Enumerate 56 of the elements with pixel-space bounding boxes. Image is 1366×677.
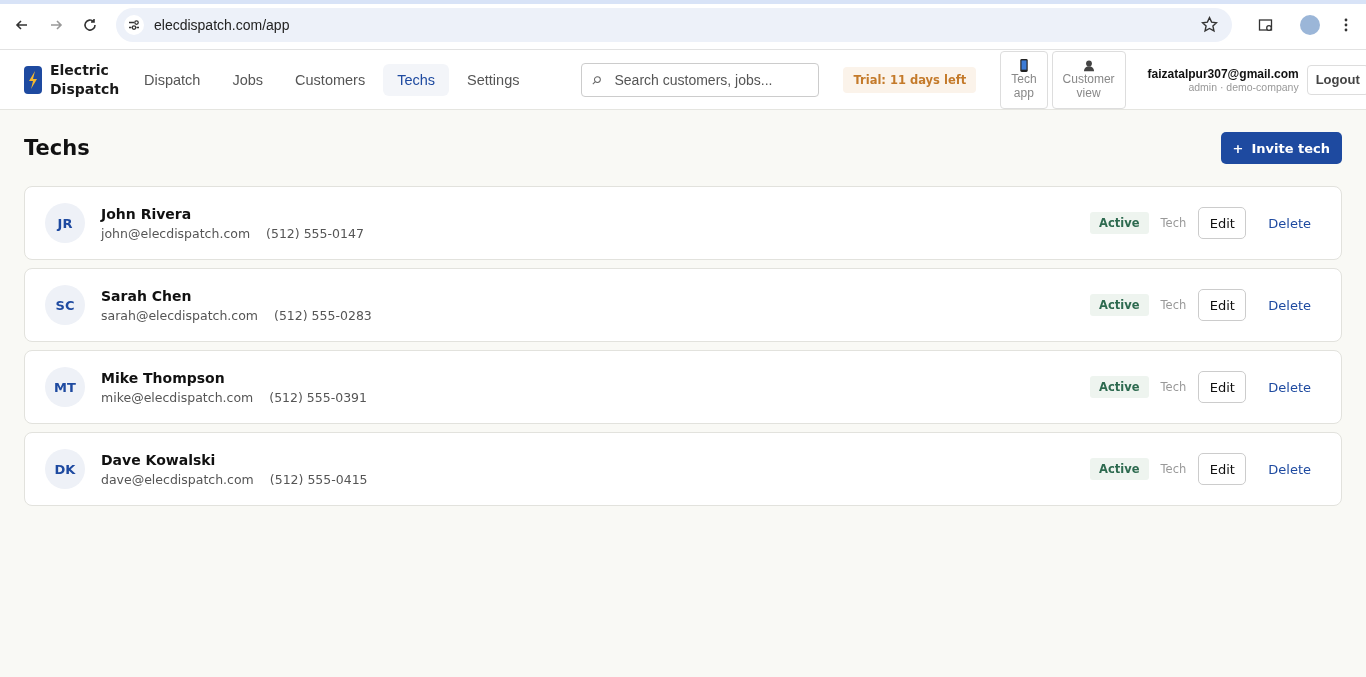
delete-button[interactable]: Delete bbox=[1258, 209, 1321, 237]
lightning-bolt-icon bbox=[24, 65, 42, 94]
star-icon[interactable] bbox=[1201, 16, 1218, 33]
delete-button[interactable]: Delete bbox=[1258, 291, 1321, 319]
page-title: Techs bbox=[24, 136, 90, 160]
tech-name: John Rivera bbox=[101, 205, 193, 222]
brand-name: Electric Dispatch bbox=[50, 61, 121, 98]
user-email: faizatalpur307@gmail.com bbox=[1147, 66, 1299, 81]
initials-avatar: MT bbox=[45, 367, 85, 407]
trial-badge: Trial: 11 days left bbox=[843, 66, 977, 93]
nav-tab[interactable]: Techs bbox=[383, 63, 450, 96]
person-icon bbox=[1083, 58, 1094, 72]
tech-name: Dave Kowalski bbox=[101, 451, 217, 468]
tab-search-icon[interactable] bbox=[1258, 16, 1274, 33]
status-badge: Active bbox=[1090, 458, 1149, 480]
edit-button[interactable]: Edit bbox=[1198, 289, 1247, 321]
initials-avatar: SC bbox=[45, 285, 85, 325]
site-settings-icon[interactable] bbox=[124, 14, 144, 35]
tech-email: sarah@elecdispatch.com bbox=[101, 307, 258, 323]
edit-button[interactable]: Edit bbox=[1198, 371, 1247, 403]
nav-tab[interactable]: Jobs bbox=[218, 63, 278, 96]
role-label: Tech bbox=[1160, 462, 1187, 476]
nav-tab[interactable]: Dispatch bbox=[130, 63, 215, 96]
url-text: elecdispatch.com/app bbox=[154, 16, 291, 33]
role-label: Tech bbox=[1160, 298, 1187, 312]
delete-button[interactable]: Delete bbox=[1258, 455, 1321, 483]
status-badge: Active bbox=[1090, 294, 1149, 316]
nav-tab[interactable]: Customers bbox=[281, 63, 380, 96]
reload-icon[interactable] bbox=[82, 16, 98, 33]
view-button[interactable]: Customer view bbox=[1051, 50, 1126, 109]
view-button[interactable]: Tech app bbox=[1000, 50, 1048, 109]
logout-button[interactable]: Logout bbox=[1306, 64, 1366, 95]
search-field[interactable]: Search customers, jobs... bbox=[581, 62, 820, 97]
tech-email: john@elecdispatch.com bbox=[101, 225, 251, 241]
role-label: Tech bbox=[1160, 380, 1187, 394]
invite-tech-button[interactable]: + Invite tech bbox=[1220, 132, 1342, 164]
nav-tab[interactable]: Settings bbox=[453, 63, 534, 96]
edit-button[interactable]: Edit bbox=[1198, 453, 1247, 485]
tech-phone: (512) 555-0147 bbox=[266, 225, 364, 241]
tech-name: Mike Thompson bbox=[101, 369, 226, 386]
edit-button[interactable]: Edit bbox=[1198, 207, 1247, 239]
delete-button[interactable]: Delete bbox=[1258, 373, 1321, 401]
initials-avatar: DK bbox=[45, 449, 85, 489]
user-role: admin · demo-company bbox=[1188, 80, 1299, 93]
status-badge: Active bbox=[1090, 376, 1149, 398]
status-badge: Active bbox=[1090, 212, 1149, 234]
initials-avatar: JR bbox=[45, 203, 85, 243]
tech-phone: (512) 555-0391 bbox=[269, 389, 368, 405]
address-bar[interactable]: elecdispatch.com/app bbox=[116, 7, 1232, 42]
tech-email: dave@elecdispatch.com bbox=[101, 471, 254, 487]
phone-icon bbox=[1018, 58, 1029, 72]
tech-name: Sarah Chen bbox=[101, 287, 193, 304]
tech-phone: (512) 555-0283 bbox=[274, 307, 372, 323]
tech-email: mike@elecdispatch.com bbox=[101, 389, 254, 405]
tech-phone: (512) 555-0415 bbox=[269, 471, 368, 487]
role-label: Tech bbox=[1160, 216, 1187, 230]
